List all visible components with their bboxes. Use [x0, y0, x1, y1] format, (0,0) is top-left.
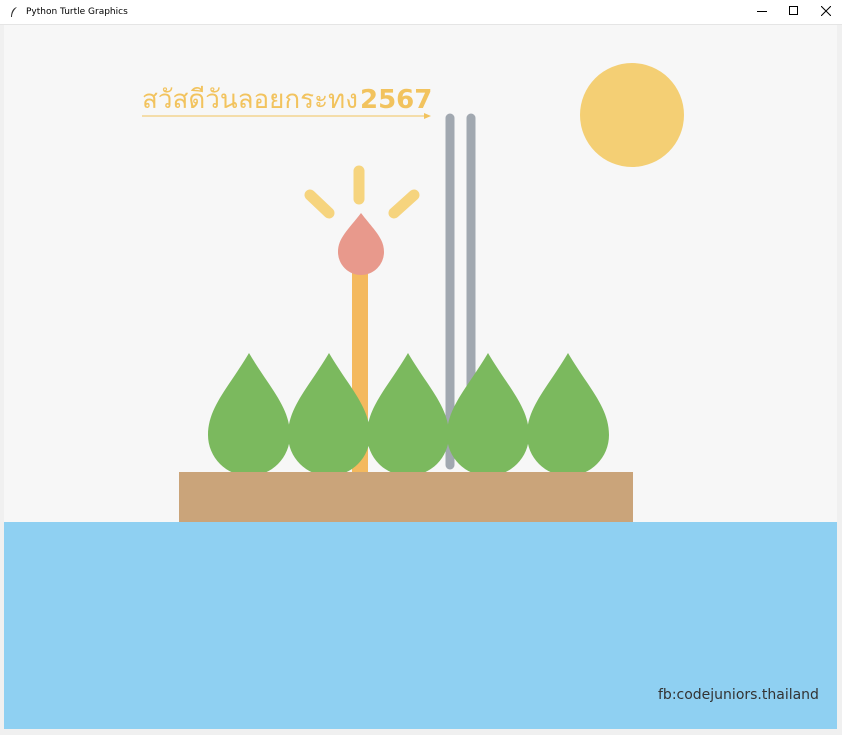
close-button[interactable]	[810, 0, 842, 24]
sun	[580, 63, 684, 167]
greeting-text: สวัสดีวันลอยกระทง	[142, 85, 358, 115]
window-title: Python Turtle Graphics	[26, 7, 128, 17]
minimize-icon	[757, 5, 767, 19]
maximize-icon	[789, 5, 799, 19]
window-bottom-edge	[0, 729, 842, 735]
krathong-scene: สวัสดีวันลอยกระทง 2567 fb:codejuniors.th…	[4, 25, 837, 729]
turtle-window: Python Turtle Graphics สวัสดีวันลอยกระทง…	[0, 0, 842, 735]
title-bar[interactable]: Python Turtle Graphics	[0, 0, 842, 25]
feather-icon	[6, 4, 22, 20]
maximize-button[interactable]	[778, 0, 810, 24]
turtle-canvas[interactable]: สวัสดีวันลอยกระทง 2567 fb:codejuniors.th…	[4, 25, 837, 729]
minimize-button[interactable]	[746, 0, 778, 24]
year-text: 2567	[360, 85, 432, 115]
credit-text: fb:codejuniors.thailand	[658, 687, 819, 703]
close-icon	[820, 5, 832, 19]
krathong-base	[179, 472, 633, 522]
